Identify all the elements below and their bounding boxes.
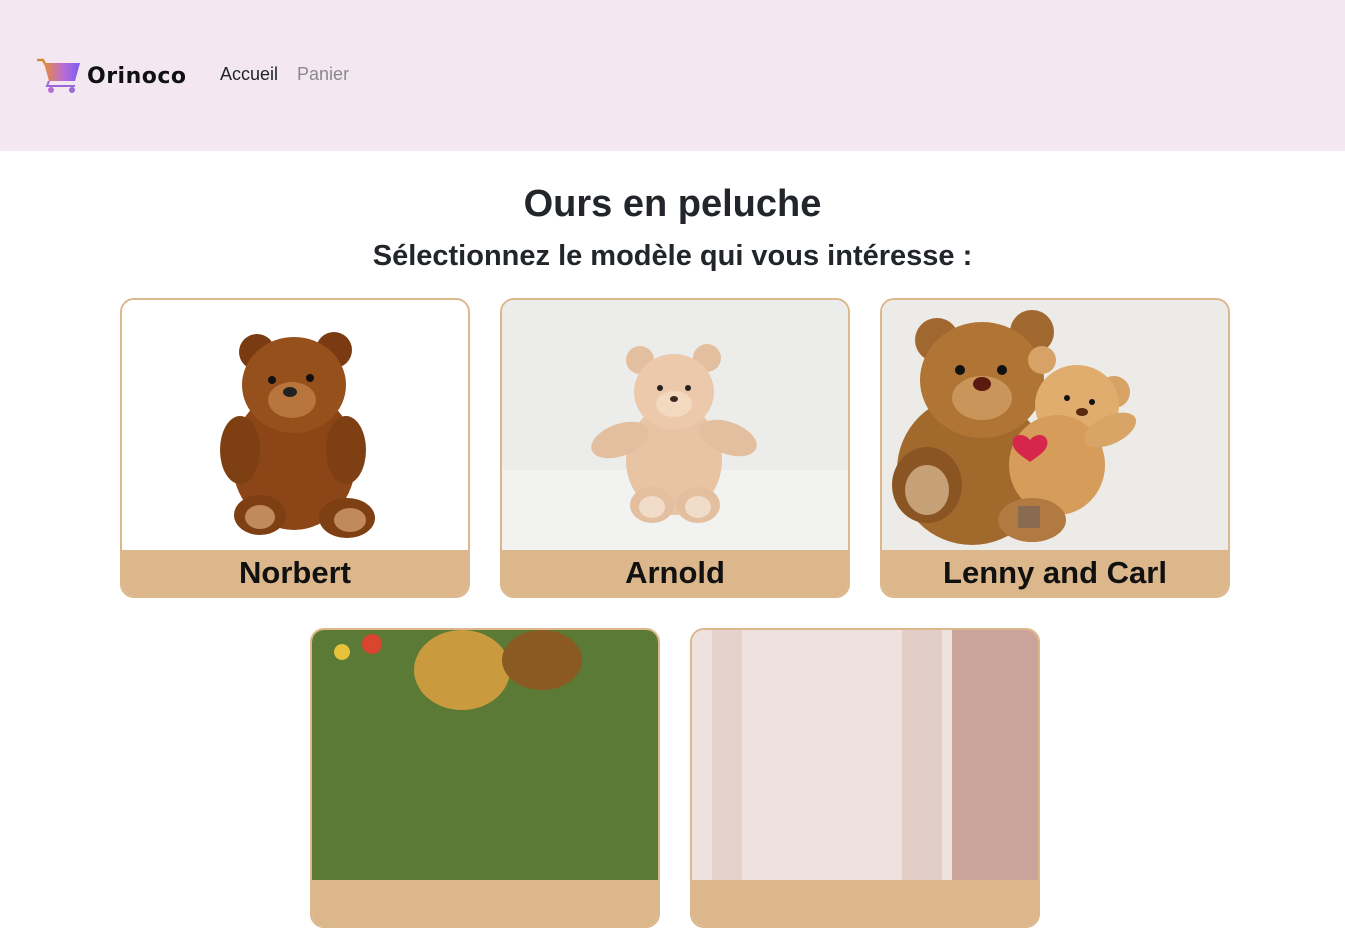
site-header: Orinoco Accueil Panier: [0, 0, 1345, 151]
shopping-cart-icon: [37, 58, 80, 93]
product-name-label: Lenny and Carl: [882, 550, 1228, 596]
product-card-arnold[interactable]: Arnold: [500, 298, 850, 598]
product-card-lenny-and-carl[interactable]: Lenny and Carl: [880, 298, 1230, 598]
product-image-norbert: [122, 300, 468, 550]
product-name-label: [692, 880, 1038, 926]
product-card-5[interactable]: [690, 628, 1040, 928]
product-name-label: [312, 880, 658, 926]
product-name-label: Arnold: [502, 550, 848, 596]
product-image-arnold: [502, 300, 848, 550]
product-name-label: Norbert: [122, 550, 468, 596]
nav-link-panier[interactable]: Panier: [297, 64, 349, 85]
nav-link-accueil[interactable]: Accueil: [220, 64, 278, 85]
product-card-4[interactable]: [310, 628, 660, 928]
product-image-5: [692, 630, 1038, 880]
product-image-lenny-and-carl: [882, 300, 1228, 550]
product-image-4: [312, 630, 658, 880]
main-nav: Accueil Panier: [220, 64, 349, 85]
page-subtitle: Sélectionnez le modèle qui vous intéress…: [372, 240, 973, 272]
page-title: Ours en peluche: [523, 183, 822, 225]
brand-logo-link[interactable]: Orinoco: [37, 56, 187, 96]
product-card-norbert[interactable]: Norbert: [120, 298, 470, 598]
brand-name: Orinoco: [87, 63, 187, 89]
